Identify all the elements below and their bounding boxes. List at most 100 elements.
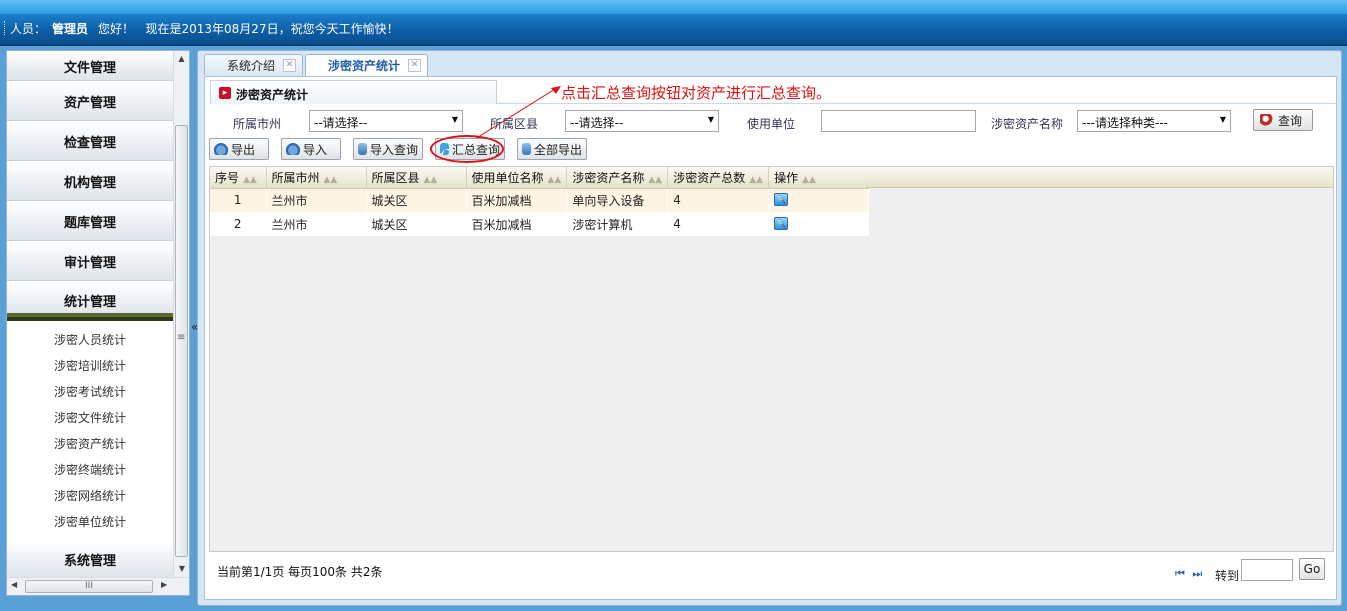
sidebar-horizontal-scrollbar[interactable]: ◀ III ▶ (7, 577, 189, 595)
query-label: 查询 (1278, 113, 1303, 128)
menu-organization[interactable]: 机构管理 (7, 163, 173, 201)
cell-unit: 百米加减档 (466, 212, 568, 236)
sidebar: 文件管理 资产管理 检查管理 机构管理 题库管理 审计管理 统计管理 涉密人员统… (6, 50, 190, 596)
menu-audit[interactable]: 审计管理 (7, 243, 173, 281)
menu-file[interactable]: 文件管理 (7, 51, 173, 81)
submenu-training-stats[interactable]: 涉密培训统计 (7, 353, 173, 379)
scroll-up-icon[interactable]: ▲ (174, 51, 189, 67)
cell-asset-total: 4 (667, 188, 770, 212)
tab-bar: 系统介绍 ✕ 涉密资产统计 ✕ (204, 54, 430, 76)
tab-label: 系统介绍 (227, 58, 276, 73)
submenu-asset-stats[interactable]: 涉密资产统计 (7, 431, 173, 457)
county-select[interactable]: --请选择-- (565, 110, 719, 132)
column-header[interactable]: 涉密资产名称 ▲▲ (566, 167, 669, 189)
sort-icon: ▲▲ (802, 174, 816, 185)
menu-list: 文件管理 资产管理 检查管理 机构管理 题库管理 审计管理 统计管理 涉密人员统… (7, 51, 173, 577)
export-all-button[interactable]: 全部导出 (517, 138, 587, 160)
arrow-square-icon: ▸ (219, 87, 231, 99)
import-query-icon (358, 143, 367, 155)
close-icon[interactable]: ✕ (283, 58, 297, 72)
submenu-unit-stats[interactable]: 涉密单位统计 (7, 509, 173, 535)
asset-name-label: 涉密资产名称 (991, 117, 1064, 131)
table-row[interactable]: 2 兰州市 城关区 百米加减档 涉密计算机 4 🔍 (210, 212, 870, 236)
unit-label: 使用单位 (747, 117, 796, 131)
menu-statistics[interactable]: 统计管理 (7, 283, 173, 321)
sort-icon: ▲▲ (749, 174, 764, 185)
scroll-thumb[interactable]: ≡ (175, 125, 188, 557)
go-button[interactable]: Go (1299, 558, 1325, 580)
banner-shine (0, 0, 1347, 14)
summary-query-label: 汇总查询 (451, 142, 500, 157)
cell-index: 2 (210, 212, 267, 236)
export-label: 导出 (231, 142, 256, 157)
summary-query-button[interactable]: 汇总查询 (435, 138, 505, 160)
column-header[interactable]: 涉密资产总数 ▲▲ (667, 167, 770, 189)
export-button[interactable]: 导出 (209, 138, 269, 160)
submenu-terminal-stats[interactable]: 涉密终端统计 (7, 457, 173, 483)
table-row[interactable]: 1 兰州市 城关区 百米加减档 单向导入设备 4 🔍 (210, 188, 870, 212)
sort-icon: ▲▲ (648, 174, 663, 185)
sort-icon: ▲▲ (243, 174, 257, 185)
unit-input[interactable] (821, 110, 976, 132)
panel-caption: ▸ 涉密资产统计 (210, 80, 497, 104)
column-header[interactable]: 序号 ▲▲ (210, 167, 267, 189)
export-all-label: 全部导出 (533, 142, 582, 157)
data-grid: 序号 ▲▲ 所属市州 ▲▲ 所属区县 ▲▲ 使用单位名称 ▲▲ 涉密资产名称 ▲▲ 涉密资… (209, 166, 1334, 552)
cell-county: 城关区 (366, 188, 467, 212)
main-panel: 系统介绍 ✕ 涉密资产统计 ✕ ▸ 涉密资产统计 点击汇总查询按钮对资产进行汇总… (197, 50, 1342, 606)
sidebar-vertical-scrollbar[interactable]: ▲ ≡ ▼ (173, 51, 189, 577)
submenu-network-stats[interactable]: 涉密网络统计 (7, 483, 173, 509)
cell-unit: 百米加减档 (466, 188, 568, 212)
magnifier-icon (1260, 114, 1274, 126)
page-info: 当前第1/1页 每页100条 共2条 (217, 565, 383, 579)
import-query-label: 导入查询 (369, 142, 418, 157)
hscroll-thumb[interactable]: III (25, 580, 153, 593)
user-name: 管理员 (52, 22, 89, 36)
view-detail-icon[interactable]: 🔍 (774, 193, 789, 207)
cell-actions: 🔍 (768, 212, 870, 236)
asset-type-select[interactable]: ---请选择种类--- (1077, 110, 1231, 132)
content-area: ▸ 涉密资产统计 点击汇总查询按钮对资产进行汇总查询。 所属市州 --请选择--… (204, 76, 1337, 600)
import-button[interactable]: 导入 (281, 138, 341, 160)
first-last-page-icon[interactable]: ⏮ ⏭ (1175, 567, 1204, 581)
menu-system[interactable]: 系统管理 (7, 541, 173, 577)
submenu-document-stats[interactable]: 涉密文件统计 (7, 405, 173, 431)
sort-icon: ▲▲ (423, 174, 438, 185)
import-query-button[interactable]: 导入查询 (353, 138, 423, 160)
tab-system-intro[interactable]: 系统介绍 ✕ (204, 54, 304, 75)
tab-asset-stats[interactable]: 涉密资产统计 ✕ (305, 54, 429, 76)
date-message: 现在是2013年08月27日，祝您今天工作愉快！ (145, 22, 399, 36)
user-label: 人员： (10, 22, 47, 36)
cell-city: 兰州市 (266, 212, 367, 236)
scroll-right-icon[interactable]: ▶ (161, 580, 167, 589)
separator (4, 21, 6, 35)
cell-actions: 🔍 (768, 188, 870, 212)
sort-icon: ▲▲ (547, 174, 562, 185)
scroll-down-icon[interactable]: ▼ (174, 561, 190, 577)
column-header[interactable]: 操作 ▲▲ (768, 167, 870, 189)
city-select[interactable]: --请选择-- (309, 110, 463, 132)
top-banner: 人员： 管理员 您好！ 现在是2013年08月27日，祝您今天工作愉快！ (0, 0, 1347, 46)
cell-city: 兰州市 (266, 188, 367, 212)
grid-summary-icon (440, 143, 449, 155)
menu-inspection[interactable]: 检查管理 (7, 123, 173, 161)
menu-question-bank[interactable]: 题库管理 (7, 203, 173, 241)
county-label: 所属区县 (490, 117, 539, 131)
column-header[interactable]: 所属市州 ▲▲ (266, 167, 367, 189)
annotation-text: 点击汇总查询按钮对资产进行汇总查询。 (561, 84, 832, 102)
cell-county: 城关区 (366, 212, 467, 236)
query-button[interactable]: 查询 (1253, 109, 1313, 131)
sort-icon: ▲▲ (323, 174, 338, 185)
submenu-exam-stats[interactable]: 涉密考试统计 (7, 379, 173, 405)
view-detail-icon[interactable]: 🔍 (774, 217, 789, 230)
menu-asset[interactable]: 资产管理 (7, 83, 173, 121)
cell-index: 1 (210, 188, 267, 212)
scroll-left-icon[interactable]: ◀ (11, 580, 17, 589)
goto-page-input[interactable] (1241, 559, 1293, 581)
column-header[interactable]: 所属区县 ▲▲ (366, 167, 467, 189)
submenu-personnel-stats[interactable]: 涉密人员统计 (7, 327, 173, 353)
close-icon[interactable]: ✕ (408, 59, 422, 72)
column-header[interactable]: 使用单位名称 ▲▲ (466, 167, 568, 189)
filter-bar: 所属市州 --请选择-- 所属区县 --请选择-- 使用单位 涉密资产名称 --… (205, 109, 1336, 135)
statistics-submenu: 涉密人员统计 涉密培训统计 涉密考试统计 涉密文件统计 涉密资产统计 涉密终端统… (7, 323, 173, 539)
